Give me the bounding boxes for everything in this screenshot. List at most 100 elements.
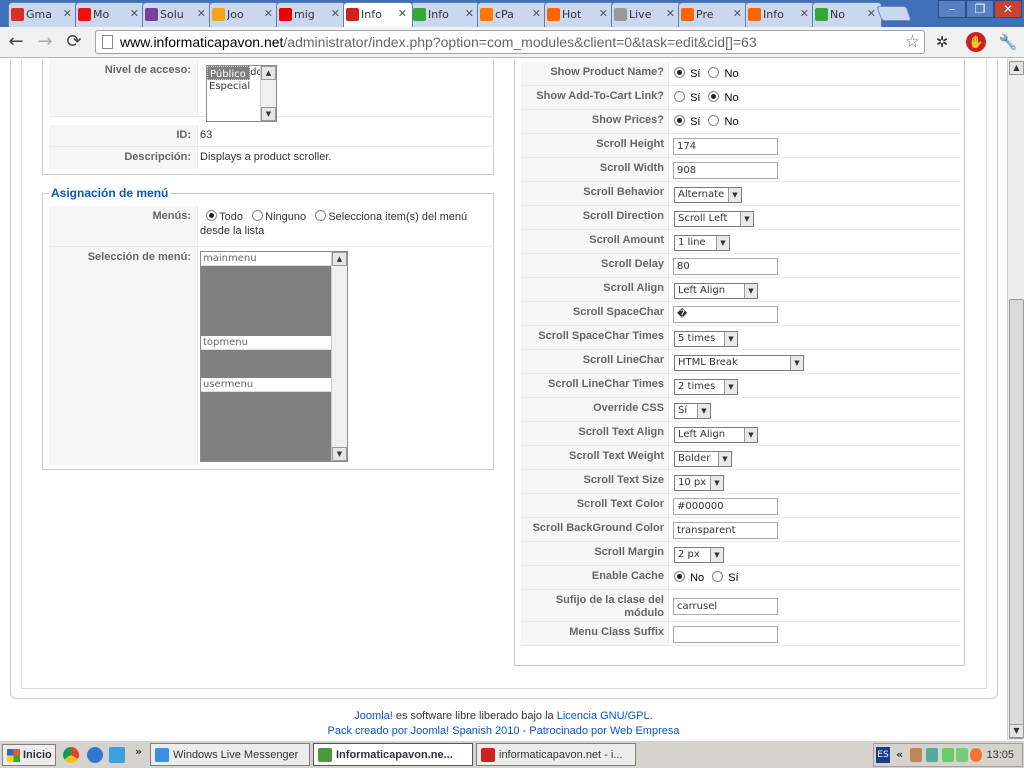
chevron-down-icon[interactable]: ▼ [724, 332, 737, 346]
chevron-down-icon[interactable]: ▼ [790, 356, 803, 370]
close-icon[interactable]: ✕ [465, 7, 474, 20]
param-text-input[interactable]: #000000 [673, 498, 778, 515]
param-select[interactable]: 2 px ▼ [674, 547, 724, 563]
scroll-down-icon[interactable]: ▼ [1009, 724, 1024, 738]
minimize-icon[interactable]: – [938, 0, 966, 18]
menu-item[interactable] [201, 434, 347, 448]
language-indicator[interactable]: ES [876, 747, 890, 763]
tab-page[interactable]: Live ✕ [611, 2, 681, 27]
menu-item[interactable] [201, 322, 347, 336]
joomla-link[interactable]: Joomla! [354, 710, 393, 722]
bookmark-star-icon[interactable]: ☆ [905, 32, 920, 52]
param-select[interactable]: 1 line ▼ [674, 235, 730, 251]
menu-item[interactable] [201, 266, 347, 280]
tab-hotmail[interactable]: Hot ✕ [544, 2, 614, 27]
param-radio-option[interactable]: No [708, 115, 746, 128]
menu-item[interactable] [201, 294, 347, 308]
scroll-up-icon[interactable]: ▲ [1009, 61, 1024, 75]
back-button[interactable]: ← [5, 30, 27, 54]
wrench-menu-icon[interactable]: 🔧 [998, 32, 1018, 52]
radio-button[interactable] [674, 67, 685, 78]
page-scrollbar[interactable]: ▲ ▼ [1007, 59, 1024, 740]
param-select[interactable]: HTML Break ▼ [674, 355, 804, 371]
menu-selection-listbox[interactable]: mainmenu topmenu usermenu ▲ ▼ [200, 251, 348, 462]
param-text-input[interactable]: 908 [673, 162, 778, 179]
param-radio-option[interactable]: Sí [674, 91, 708, 104]
menu-scrollbar[interactable]: ▲ ▼ [331, 252, 347, 461]
close-icon[interactable]: ✕ [197, 7, 206, 20]
param-select[interactable]: Scroll Left ▼ [674, 211, 754, 227]
close-icon[interactable]: ✕ [867, 7, 876, 20]
param-text-input[interactable]: carrusel [673, 598, 778, 615]
close-icon[interactable]: ✕ [733, 7, 742, 20]
tray-network-icon[interactable] [942, 748, 954, 762]
close-window-icon[interactable]: ✕ [994, 0, 1022, 18]
scroll-thumb[interactable] [1009, 299, 1024, 739]
menus-all-option[interactable]: Todo [200, 210, 243, 223]
chevron-down-icon[interactable]: ▼ [716, 236, 729, 250]
new-tab-button[interactable] [876, 6, 912, 21]
param-text-input[interactable]: 80 [673, 258, 778, 275]
menus-none-radio[interactable] [252, 210, 264, 221]
tab-solu[interactable]: Solu ✕ [142, 2, 212, 27]
outlook-quicklaunch-icon[interactable] [109, 747, 125, 763]
param-select[interactable]: Left Align ▼ [674, 427, 758, 443]
menu-item[interactable] [201, 350, 347, 364]
tab-pre[interactable]: Pre ✕ [678, 2, 748, 27]
menu-item[interactable] [201, 364, 347, 378]
scroll-up-icon[interactable]: ▲ [261, 66, 276, 80]
pack-credit-link[interactable]: Pack creado por Joomla! Spanish 2010 - P… [0, 724, 1007, 739]
tray-speaker-icon[interactable] [910, 748, 922, 762]
param-radio-option[interactable]: Sí [712, 571, 746, 584]
close-icon[interactable]: ✕ [599, 7, 608, 20]
taskbar-task[interactable]: informaticapavon.net - i... [476, 743, 636, 766]
param-select[interactable]: 10 px ▼ [674, 475, 724, 491]
adblock-icon[interactable]: ✋ [966, 32, 986, 52]
tab-youtube[interactable]: mig ✕ [276, 2, 346, 27]
chevron-down-icon[interactable]: ▼ [744, 428, 757, 442]
chrome-quicklaunch-icon[interactable] [63, 747, 79, 763]
param-select[interactable]: Bolder ▼ [674, 451, 732, 467]
tab-joomla[interactable]: Joo ✕ [209, 2, 279, 27]
tab-gmail[interactable]: Gma ✕ [8, 2, 78, 27]
tab-cpanel[interactable]: cPa ✕ [477, 2, 547, 27]
scroll-down-icon[interactable]: ▼ [332, 447, 347, 461]
param-radio-option[interactable]: Sí [674, 115, 708, 128]
radio-button[interactable] [708, 67, 720, 78]
param-radio-option[interactable]: No [708, 67, 746, 80]
close-icon[interactable]: ✕ [532, 7, 541, 20]
close-icon[interactable]: ✕ [800, 7, 809, 20]
tab-mo[interactable]: Mo ✕ [75, 2, 145, 27]
menu-item[interactable] [201, 420, 347, 434]
param-text-input[interactable]: transparent [673, 522, 778, 539]
close-icon[interactable]: ✕ [666, 7, 675, 20]
chevron-down-icon[interactable]: ▼ [710, 548, 723, 562]
access-option[interactable]: Público [207, 66, 250, 80]
param-radio-option[interactable]: No [708, 91, 746, 104]
param-select[interactable]: Alternate ▼ [674, 187, 742, 203]
param-select[interactable]: Sí ▼ [674, 403, 711, 419]
tab-info2[interactable]: Info ✕ [410, 2, 480, 27]
chevron-down-icon[interactable]: ▼ [724, 380, 737, 394]
access-scrollbar[interactable]: ▲ ▼ [260, 66, 276, 121]
taskbar-task[interactable]: Windows Live Messenger [150, 743, 310, 766]
radio-button[interactable] [712, 571, 724, 582]
tray-antivirus-icon[interactable] [970, 748, 982, 762]
chevron-down-icon[interactable]: ▼ [710, 476, 723, 490]
param-text-input[interactable]: 174 [673, 138, 778, 155]
menu-group-header[interactable]: mainmenu [201, 252, 347, 266]
param-radio-option[interactable]: Sí [674, 67, 708, 80]
menu-item[interactable] [201, 392, 347, 406]
radio-button[interactable] [674, 571, 685, 582]
menu-item[interactable] [201, 308, 347, 322]
param-select[interactable]: Left Align ▼ [674, 283, 758, 299]
extension-icon[interactable]: ✲ [932, 32, 952, 52]
chevron-down-icon[interactable]: ▼ [744, 284, 757, 298]
radio-button[interactable] [674, 115, 685, 126]
menu-group-header[interactable]: topmenu [201, 336, 347, 350]
radio-button[interactable] [708, 115, 720, 126]
radio-button[interactable] [708, 91, 720, 102]
close-icon[interactable]: ✕ [264, 7, 273, 20]
maximize-icon[interactable]: ❐ [966, 0, 994, 18]
chevron-down-icon[interactable]: ▼ [728, 188, 741, 202]
